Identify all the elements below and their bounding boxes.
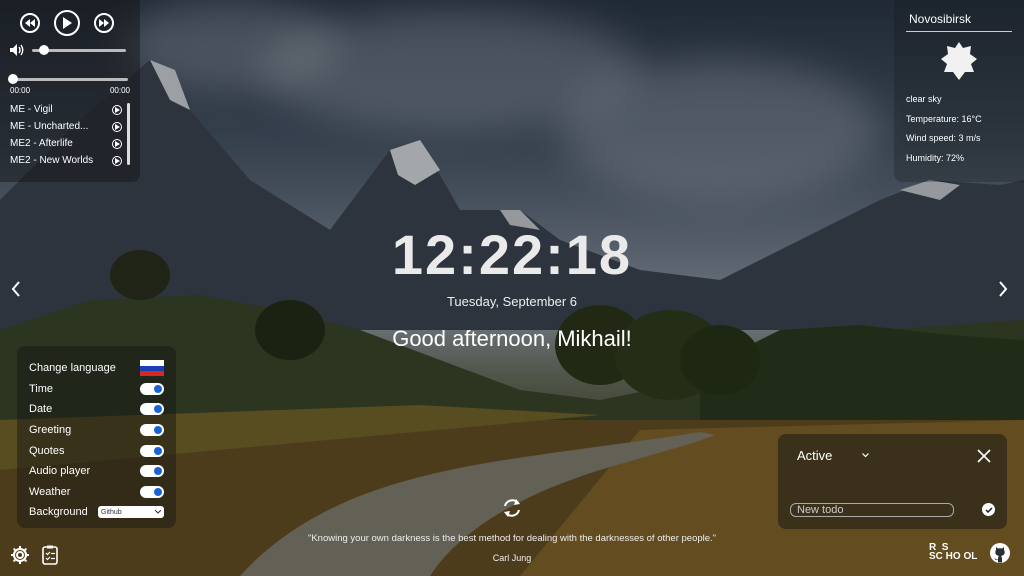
clear-sky-icon bbox=[941, 42, 977, 80]
playlist-item[interactable]: ME - Vigil bbox=[10, 101, 130, 118]
progress-bar[interactable] bbox=[8, 74, 128, 84]
check-icon bbox=[984, 506, 993, 513]
quote-text: "Knowing your own darkness is the best m… bbox=[307, 533, 717, 544]
greeting-toggle[interactable] bbox=[140, 424, 164, 437]
settings-panel: Change language Time Date Greeting Quote… bbox=[17, 346, 176, 528]
clock-date: Tuesday, September 6 bbox=[446, 294, 578, 309]
background-label: Background bbox=[29, 506, 88, 519]
todo-filter-select[interactable]: Active bbox=[797, 448, 870, 463]
volume-slider-handle[interactable] bbox=[39, 44, 50, 55]
weather-widget: Novosibirsk clear sky Temperature: 16°C … bbox=[894, 0, 1024, 182]
weather-temperature: Temperature: 16°C bbox=[906, 113, 982, 124]
progress-handle[interactable] bbox=[8, 74, 18, 84]
name-input[interactable]: Mikhail! bbox=[557, 326, 632, 351]
gear-icon[interactable] bbox=[10, 545, 30, 565]
github-icon[interactable] bbox=[989, 542, 1011, 564]
playlist: ME - Vigil ME - Uncharted... ME2 - After… bbox=[10, 101, 130, 169]
weather-humidity: Humidity: 72% bbox=[906, 152, 965, 163]
city-input[interactable]: Novosibirsk bbox=[906, 12, 1012, 32]
play-small-icon[interactable] bbox=[112, 155, 122, 166]
playlist-item-title: ME - Uncharted... bbox=[10, 121, 89, 132]
setting-label: Greeting bbox=[29, 424, 72, 437]
clock-time: 12:22:18 bbox=[391, 223, 633, 286]
greeting-text: Good afternoon, bbox=[392, 326, 552, 351]
refresh-icon bbox=[504, 499, 520, 517]
rewind-icon bbox=[25, 19, 35, 27]
duration: 00:00 bbox=[109, 86, 130, 95]
todo-panel: Active New todo bbox=[778, 434, 1007, 529]
play-button[interactable] bbox=[54, 10, 80, 36]
play-small-icon[interactable] bbox=[112, 104, 122, 115]
close-icon[interactable] bbox=[977, 448, 991, 463]
playlist-item[interactable]: ME2 - Afterlife bbox=[10, 135, 130, 152]
todo-filter-value: Active bbox=[797, 448, 833, 463]
playlist-item[interactable]: ME2 - New Worlds bbox=[10, 152, 130, 169]
playlist-item[interactable]: ME - Uncharted... bbox=[10, 118, 130, 135]
weather-wind: Wind speed: 3 m/s bbox=[906, 133, 981, 143]
weather-toggle[interactable] bbox=[140, 485, 164, 498]
quote-author: Carl Jung bbox=[492, 553, 532, 563]
chevron-down-icon bbox=[155, 510, 161, 515]
fast-forward-icon bbox=[99, 19, 109, 27]
player-controls bbox=[20, 10, 130, 36]
change-language-label: Change language bbox=[29, 362, 116, 375]
add-todo-button[interactable] bbox=[982, 503, 995, 516]
playlist-scrollbar[interactable] bbox=[127, 103, 130, 165]
new-todo-input[interactable]: New todo bbox=[790, 503, 954, 517]
background-select-value: Github bbox=[101, 508, 122, 516]
play-icon bbox=[63, 17, 72, 29]
audio-player-toggle[interactable] bbox=[140, 465, 164, 478]
volume-control bbox=[10, 44, 130, 56]
play-small-icon[interactable] bbox=[112, 138, 122, 149]
rs-school-logo[interactable]: R S SC HO OL bbox=[929, 543, 977, 562]
background-select[interactable]: Github bbox=[98, 506, 164, 519]
setting-label: Audio player bbox=[29, 465, 91, 478]
playlist-item-title: ME2 - New Worlds bbox=[10, 155, 94, 166]
volume-icon[interactable] bbox=[10, 44, 26, 56]
setting-label: Date bbox=[29, 403, 53, 416]
todo-list-icon[interactable] bbox=[42, 545, 58, 565]
playlist-item-title: ME2 - Afterlife bbox=[10, 138, 73, 149]
next-track-button[interactable] bbox=[94, 13, 114, 33]
russia-flag-icon[interactable] bbox=[140, 360, 164, 377]
volume-slider[interactable] bbox=[32, 44, 126, 55]
weather-description: clear sky bbox=[906, 94, 942, 104]
time-toggle[interactable] bbox=[140, 382, 164, 395]
setting-label: Time bbox=[29, 382, 54, 395]
play-small-icon[interactable] bbox=[112, 121, 122, 132]
previous-track-button[interactable] bbox=[20, 13, 40, 33]
date-toggle[interactable] bbox=[140, 403, 164, 416]
change-quote-button[interactable] bbox=[501, 497, 523, 519]
playlist-item-title: ME - Vigil bbox=[10, 104, 53, 115]
audio-player: 00:00 00:00 ME - Vigil ME - Uncharted...… bbox=[0, 0, 140, 182]
chevron-down-icon bbox=[862, 453, 870, 458]
current-time: 00:00 bbox=[10, 86, 31, 95]
setting-label: Quotes bbox=[29, 444, 65, 457]
setting-label: Weather bbox=[29, 485, 71, 498]
quotes-toggle[interactable] bbox=[140, 444, 164, 457]
